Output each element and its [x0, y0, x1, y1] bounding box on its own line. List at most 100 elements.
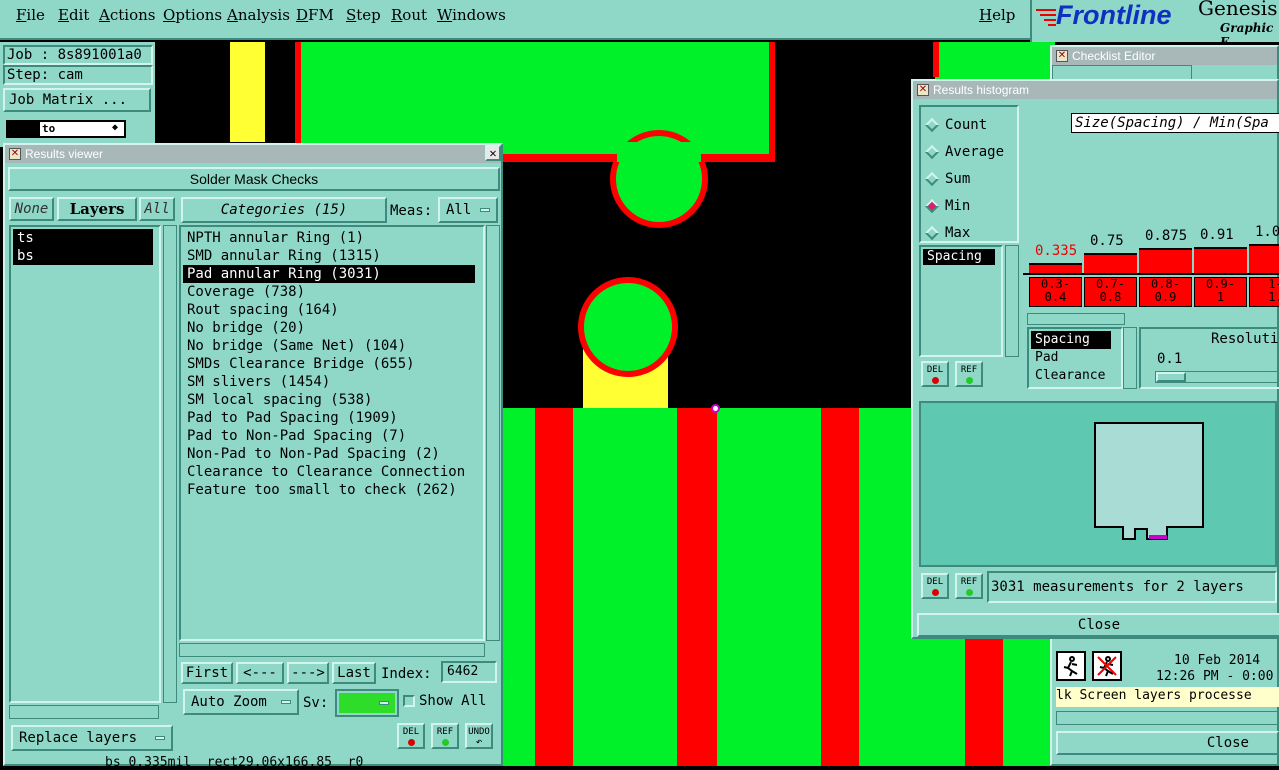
category-item[interactable]: Rout spacing (164)	[183, 301, 475, 319]
menu-windows[interactable]: Windows	[437, 6, 506, 24]
layers-button[interactable]: Layers	[57, 197, 137, 221]
run-stop-icon[interactable]	[1092, 651, 1122, 681]
histogram-bin-label[interactable]: 0.3- 0.4	[1029, 277, 1082, 307]
category-item[interactable]: SM slivers (1454)	[183, 373, 475, 391]
mode-radio-count[interactable]: Count	[924, 111, 1017, 138]
run-icon[interactable]	[1056, 651, 1086, 681]
none-button[interactable]: None	[9, 197, 54, 221]
menu-file[interactable]: File	[16, 6, 45, 24]
category-item[interactable]: Coverage (738)	[183, 283, 475, 301]
ref-button[interactable]: REF	[431, 723, 459, 749]
histogram-close-button[interactable]: Close	[917, 613, 1279, 637]
ref-label: REF	[436, 727, 454, 737]
sv-color-dropdown[interactable]	[335, 689, 399, 717]
menu-options[interactable]: Options	[163, 6, 222, 24]
preview-del-button[interactable]: DEL	[921, 573, 949, 599]
attr-item[interactable]: Spacing	[1031, 331, 1111, 349]
job-matrix-button[interactable]: Job Matrix ...	[3, 88, 151, 112]
menu-actions[interactable]: Actions	[99, 6, 155, 24]
category-item[interactable]: SM local spacing (538)	[183, 391, 475, 409]
undo-icon: ↶	[475, 735, 483, 748]
del-button[interactable]: DEL	[397, 723, 425, 749]
category-item[interactable]: NPTH annular Ring (1)	[183, 229, 475, 247]
replace-layers-label: Replace layers	[19, 730, 138, 746]
layers-scrollbar[interactable]	[163, 225, 177, 703]
menu-edit[interactable]: Edit	[58, 6, 89, 24]
mode-radio-average[interactable]: Average	[924, 138, 1017, 165]
resolution-slider[interactable]	[1155, 371, 1279, 383]
category-item[interactable]: Clearance to Clearance Connection	[183, 463, 475, 481]
histogram-bin-label[interactable]: 0.8- 0.9	[1139, 277, 1192, 307]
status-line: bs 0.335mil rect29.06x166.85 r0	[105, 755, 364, 770]
prev-button[interactable]: <---	[236, 662, 284, 684]
layers-hscrollbar[interactable]	[9, 705, 159, 719]
next-button[interactable]: --->	[287, 662, 329, 684]
auto-zoom-dropdown[interactable]: Auto Zoom	[183, 689, 299, 715]
menu-help[interactable]: Help	[979, 6, 1015, 24]
window-menu-icon[interactable]: ✕	[1056, 50, 1068, 62]
categories-hscrollbar[interactable]	[179, 643, 485, 657]
category-item[interactable]: SMDs Clearance Bridge (655)	[183, 355, 475, 373]
category-item[interactable]: No bridge (Same Net) (104)	[183, 337, 475, 355]
menu-rout[interactable]: Rout	[391, 6, 427, 24]
results-viewer-close-button[interactable]: ✕	[485, 145, 501, 161]
menu-step[interactable]: Step	[346, 6, 381, 24]
preview-ref-button[interactable]: REF	[955, 573, 983, 599]
category-item[interactable]: Non-Pad to Non-Pad Spacing (2)	[183, 445, 475, 463]
histogram-chart: Size(Spacing) / Min(Spa 0.335 0.3- 0.4 0.7…	[1023, 105, 1279, 319]
replace-layers-dropdown[interactable]: Replace layers	[11, 725, 173, 751]
hist-ref-button[interactable]: REF	[955, 361, 983, 387]
histogram-bar-value: 0.75	[1090, 233, 1124, 249]
checklist-close-button[interactable]: Close	[1056, 731, 1279, 755]
hist-del-button[interactable]: DEL	[921, 361, 949, 387]
menubar: File Edit Actions Options Analysis DFM S…	[0, 0, 1030, 40]
results-viewer-titlebar: ✕ Results viewer	[5, 145, 501, 163]
window-menu-icon[interactable]: ✕	[917, 84, 929, 96]
mode-radio-min[interactable]: Min	[924, 192, 1017, 219]
category-item[interactable]: SMD annular Ring (1315)	[183, 247, 475, 265]
categories-scrollbar[interactable]	[486, 225, 500, 641]
checklist-hscrollbar[interactable]	[1056, 711, 1279, 725]
histogram-bin-label[interactable]: 1- 1.	[1249, 277, 1279, 307]
histogram-bin-label[interactable]: 0.7- 0.8	[1084, 277, 1137, 307]
category-item[interactable]: Pad to Non-Pad Spacing (7)	[183, 427, 475, 445]
histogram-bar[interactable]	[1249, 244, 1279, 273]
radio-icon	[924, 225, 940, 240]
category-item[interactable]: Feature too small to check (262)	[183, 481, 475, 499]
list-item[interactable]: ts	[13, 229, 153, 247]
last-button[interactable]: Last	[332, 662, 376, 684]
mode-radio-max[interactable]: Max	[924, 219, 1017, 246]
list-item[interactable]: bs	[13, 247, 153, 265]
histogram-bar[interactable]	[1029, 263, 1082, 273]
categories-button[interactable]: Categories (15)	[181, 197, 387, 223]
ref-dot-icon	[965, 589, 973, 596]
window-menu-icon[interactable]: ✕	[9, 148, 21, 160]
list-item[interactable]: Spacing	[923, 249, 995, 265]
category-item[interactable]: Pad to Pad Spacing (1909)	[183, 409, 475, 427]
menu-dfm[interactable]: DFM	[296, 6, 334, 24]
histogram-bar[interactable]	[1084, 253, 1137, 273]
layer-field-text: to	[42, 122, 56, 135]
histogram-bar[interactable]	[1194, 247, 1247, 273]
first-button[interactable]: First	[181, 662, 233, 684]
meas-dropdown[interactable]: All	[438, 197, 498, 223]
layer-selector[interactable]: to ◆	[6, 120, 126, 138]
category-item[interactable]: Pad annular Ring (3031)	[183, 265, 475, 283]
mode-radio-sum[interactable]: Sum	[924, 165, 1017, 192]
index-input[interactable]: 6462	[441, 661, 497, 683]
histogram-bin-label[interactable]: 0.9- 1	[1194, 277, 1247, 307]
undo-button[interactable]: UNDO ↶	[465, 723, 493, 749]
attr-item[interactable]: Clearance	[1031, 367, 1119, 385]
mode-label: Min	[945, 197, 971, 214]
all-button[interactable]: All	[139, 197, 175, 221]
type-scrollbar[interactable]	[1005, 245, 1019, 357]
mode-label: Max	[945, 224, 971, 241]
attr-scrollbar[interactable]	[1123, 327, 1137, 389]
radio-icon	[924, 117, 940, 132]
attr-item[interactable]: Pad	[1031, 349, 1119, 367]
category-item[interactable]: No bridge (20)	[183, 319, 475, 337]
checklist-editor-titlebar: ✕ Checklist Editor	[1052, 47, 1277, 65]
histogram-hscrollbar[interactable]	[1027, 313, 1125, 325]
histogram-bar[interactable]	[1139, 248, 1192, 273]
menu-analysis[interactable]: Analysis	[227, 6, 290, 24]
